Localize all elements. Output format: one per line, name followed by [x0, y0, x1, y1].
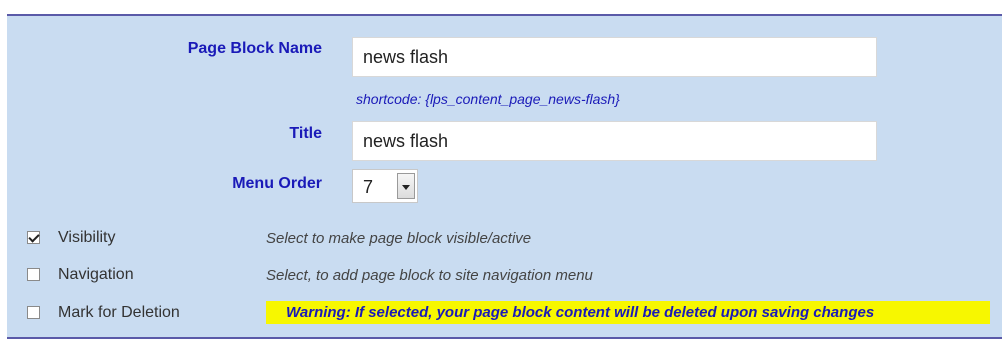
title-label: Title: [289, 125, 322, 142]
mark-for-deletion-label: Mark for Deletion: [58, 304, 180, 321]
deletion-warning: Warning: If selected, your page block co…: [266, 301, 990, 324]
title-input[interactable]: [352, 121, 877, 161]
visibility-checkbox[interactable]: [27, 231, 40, 244]
page-block-name-input[interactable]: [352, 37, 877, 77]
menu-order-value: 7: [363, 177, 374, 197]
menu-order-label: Menu Order: [232, 175, 322, 192]
shortcode-text: shortcode: {lps_content_page_news-flash}: [356, 91, 620, 107]
mark-for-deletion-checkbox[interactable]: [27, 306, 40, 319]
visibility-label: Visibility: [58, 229, 116, 246]
visibility-description: Select to make page block visible/active: [266, 230, 532, 247]
page-block-name-label: Page Block Name: [187, 40, 322, 57]
menu-order-select[interactable]: 7: [352, 169, 418, 203]
navigation-checkbox[interactable]: [27, 268, 40, 281]
navigation-description: Select, to add page block to site naviga…: [266, 267, 593, 284]
navigation-label: Navigation: [58, 266, 134, 283]
chevron-down-icon[interactable]: [397, 173, 415, 199]
